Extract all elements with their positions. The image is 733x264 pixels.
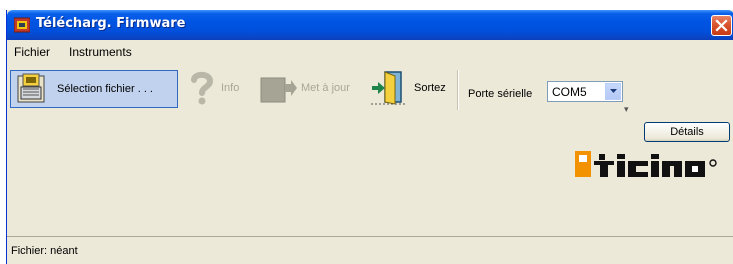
- serial-port-label: Porte sérielle: [468, 88, 533, 100]
- close-button[interactable]: [711, 15, 732, 36]
- update-button[interactable]: Met à jour: [257, 70, 369, 108]
- serial-port-value: COM5: [552, 85, 587, 99]
- info-button[interactable]: Info: [185, 70, 247, 108]
- chevron-down-icon: [610, 89, 617, 93]
- update-label: Met à jour: [301, 82, 350, 94]
- update-device-icon: [260, 77, 297, 103]
- select-file-label: Sélection fichier . . .: [57, 83, 153, 95]
- details-button[interactable]: Détails: [644, 122, 730, 142]
- toolbar: Sélection fichier . . . Info Met à jour: [7, 64, 733, 116]
- status-text: Fichier: néant: [11, 245, 78, 257]
- firmware-window: Télécharg. Firmware Fichier Instruments …: [6, 10, 733, 264]
- info-label: Info: [221, 82, 240, 94]
- menu-bar: Fichier Instruments: [7, 40, 733, 62]
- serial-port-select[interactable]: COM5: [547, 81, 623, 102]
- file-chip-icon: [17, 73, 45, 103]
- close-icon: [715, 19, 728, 32]
- toolbar-separator: [457, 70, 459, 110]
- app-icon: [13, 17, 31, 33]
- question-icon: [191, 71, 214, 105]
- title-bar[interactable]: Télécharg. Firmware: [7, 10, 733, 40]
- toolbar-overflow-icon[interactable]: ▾: [624, 104, 629, 115]
- exit-label: Sortez: [414, 82, 446, 94]
- exit-door-icon: [371, 71, 407, 105]
- status-bar: Fichier: néant: [7, 236, 733, 264]
- bticino-logo: [575, 151, 725, 180]
- menu-instruments[interactable]: Instruments: [69, 45, 132, 59]
- select-file-button[interactable]: Sélection fichier . . .: [10, 70, 178, 108]
- menu-fichier[interactable]: Fichier: [14, 45, 50, 59]
- window-title: Télécharg. Firmware: [36, 16, 186, 31]
- dropdown-arrow-button[interactable]: [605, 83, 621, 100]
- exit-button[interactable]: Sortez: [369, 70, 455, 108]
